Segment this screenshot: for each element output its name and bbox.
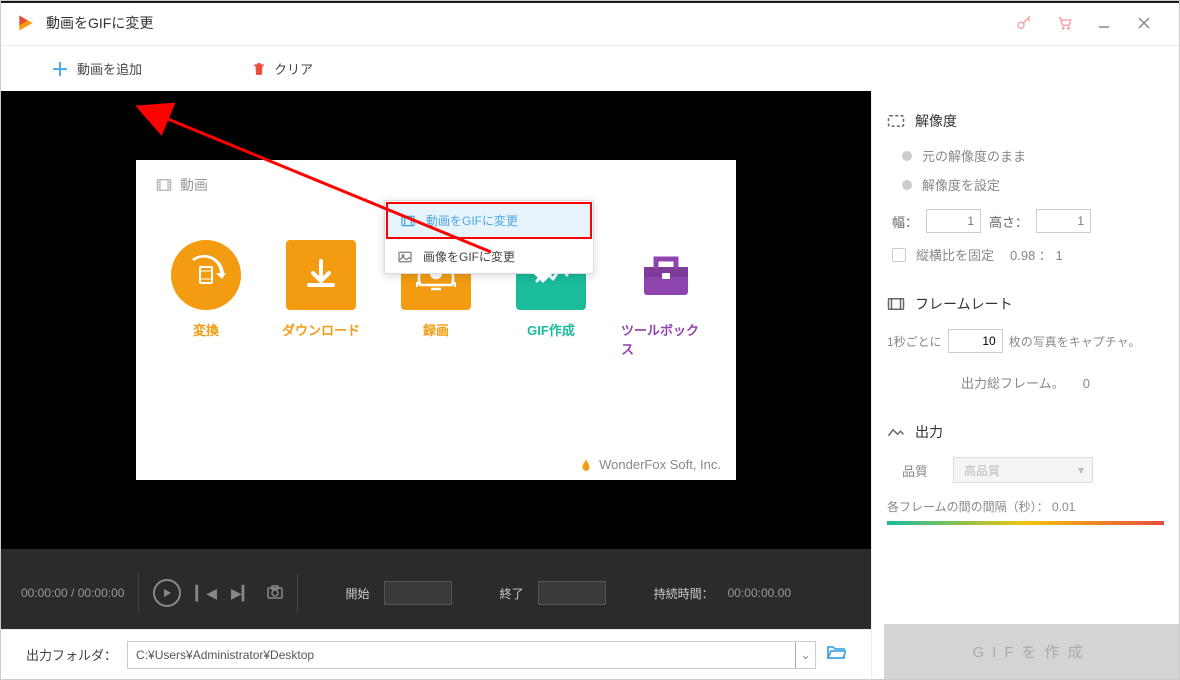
next-frame-button[interactable]: ▶▎ [231,585,253,602]
cart-icon[interactable] [1044,8,1084,38]
output-folder-label: 出力フォルダ： [26,645,117,664]
framerate-section: フレームレート 1秒ごとに 枚の写真をキャプチャ。 出力総フレーム。 0 [887,294,1164,392]
close-button[interactable] [1124,8,1164,38]
source-panel: 動画 変換 ダウンロード 録画 [136,160,736,480]
total-frames-value: 0 [1083,376,1090,391]
framerate-title: フレームレート [915,294,1013,314]
source-header-label: 動画 [180,175,208,195]
resolution-title: 解像度 [915,111,957,131]
popup-video-label: 動画をGIFに変更 [426,212,518,229]
settings-panel: 解像度 元の解像度のまま 解像度を設定 幅： 高さ： 縦横比を固定 0.98 ：… [871,91,1179,679]
popup-image-label: 画像をGIFに変更 [423,248,515,265]
chevron-down-icon: ▾ [1078,463,1084,477]
resolution-section: 解像度 元の解像度のまま 解像度を設定 幅： 高さ： 縦横比を固定 0.98 ：… [887,111,1164,264]
tool-convert[interactable]: 変換 [156,230,256,368]
toolbar: ＋ 動画を追加 クリア [1,46,1179,91]
video-icon [400,213,416,229]
quality-select[interactable]: 高品質 ▾ [953,457,1093,483]
preview-area: 動画 変換 ダウンロード 録画 [1,91,871,549]
radio-custom-label: 解像度を設定 [922,175,1000,194]
output-folder-bar: 出力フォルダ： C:¥Users¥Administrator¥Desktop ⌄ [1,629,871,679]
app-logo-icon [16,13,36,33]
end-label: 終了 [500,585,524,602]
start-input[interactable] [384,581,452,605]
clear-label: クリア [274,59,313,78]
radio-icon [902,180,912,190]
lock-aspect-label: 縦横比を固定 [916,245,994,264]
width-input[interactable] [926,209,981,233]
plus-icon: ＋ [51,56,69,82]
convert-icon [171,240,241,310]
chevron-down-icon: ⌄ [795,642,815,668]
aspect-ratio: 0.98 ： 1 [1010,245,1063,264]
output-section: 出力 品質 高品質 ▾ 各フレームの間の間隔（秒）： 0.01 [887,422,1164,525]
flame-icon [579,458,593,472]
resolution-icon [887,114,905,128]
total-frames-label: 出力総フレーム。 [961,376,1065,391]
quality-value: 高品質 [964,462,1000,479]
tool-toolbox-label: ツールボックス [621,320,711,358]
trash-icon [252,62,266,76]
gif-popup: 動画をGIFに変更 画像をGIFに変更 [384,200,594,274]
height-input[interactable] [1036,209,1091,233]
width-label: 幅： [892,212,918,231]
clear-button[interactable]: クリア [252,59,313,78]
output-folder-select[interactable]: C:¥Users¥Administrator¥Desktop ⌄ [127,641,816,669]
tool-toolbox[interactable]: ツールボックス [616,230,716,368]
tool-gif-label: GIF作成 [527,320,575,339]
tool-grid: 変換 ダウンロード 録画 GIF作成 [156,230,716,368]
tool-convert-label: 変換 [193,320,219,339]
create-gif-label: GIFを作成 [973,641,1091,662]
brand: WonderFox Soft, Inc. [579,457,721,472]
popup-image-to-gif[interactable]: 画像をGIFに変更 [385,240,593,273]
download-icon [286,240,356,310]
interval-slider[interactable] [887,521,1164,525]
create-gif-button[interactable]: GIFを作成 [884,624,1179,679]
fps-suffix: 枚の写真をキャプチャ。 [1009,333,1141,350]
prev-frame-button[interactable]: ▎◀ [195,585,217,602]
tool-gif[interactable]: GIF作成 動画をGIFに変更 画像をGIFに変更 [501,230,601,368]
fps-prefix: 1秒ごとに [887,333,942,350]
add-video-label: 動画を追加 [77,59,142,78]
snapshot-button[interactable] [267,585,283,602]
quality-label: 品質 [902,461,928,480]
source-header: 動画 [156,175,208,195]
open-folder-button[interactable] [826,644,846,665]
radio-original-label: 元の解像度のまま [922,146,1026,165]
titlebar: 動画をGIFに変更 [1,1,1179,46]
toolbox-icon [631,240,701,310]
minimize-button[interactable] [1084,8,1124,38]
time-display: 00:00:00 / 00:00:00 [21,586,124,600]
playback-controls: 00:00:00 / 00:00:00 ▎◀ ▶▎ 開始 終了 持続時間： 00… [1,549,871,629]
brand-label: WonderFox Soft, Inc. [599,457,721,472]
radio-icon [902,151,912,161]
radio-original[interactable]: 元の解像度のまま [902,146,1164,165]
tool-download[interactable]: ダウンロード [271,230,371,368]
end-input[interactable] [538,581,606,605]
tool-record-label: 録画 [423,320,449,339]
lock-aspect-checkbox[interactable] [892,248,906,262]
output-title: 出力 [915,422,943,442]
output-folder-path: C:¥Users¥Administrator¥Desktop [136,648,314,662]
radio-custom[interactable]: 解像度を設定 [902,175,1164,194]
add-video-button[interactable]: ＋ 動画を追加 [51,56,142,82]
play-button[interactable] [153,579,181,607]
tool-download-label: ダウンロード [282,320,360,339]
window-title: 動画をGIFに変更 [46,13,153,33]
image-icon [397,249,413,265]
key-icon[interactable] [1004,8,1044,38]
film-icon [156,178,172,192]
fps-input[interactable] [948,329,1003,353]
start-label: 開始 [346,585,370,602]
interval-text: 各フレームの間の間隔（秒）： 0.01 [887,500,1075,514]
framerate-icon [887,297,905,311]
height-label: 高さ： [989,212,1028,231]
duration-label: 持続時間： [654,585,714,602]
output-icon [887,425,905,439]
duration-value: 00:00:00.00 [728,586,791,600]
popup-video-to-gif[interactable]: 動画をGIFに変更 [386,202,592,239]
